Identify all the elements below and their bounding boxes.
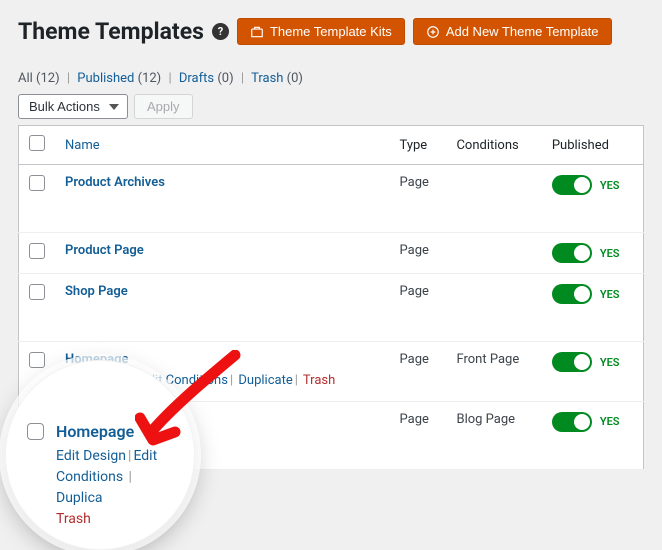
row-checkbox[interactable] [29, 175, 45, 191]
publish-label: YES [600, 179, 620, 192]
table-row: Product Page Page YES [19, 233, 644, 274]
row-checkbox[interactable] [29, 243, 45, 259]
status-filter-bar: All (12) | Published (12) | Drafts (0) |… [18, 71, 644, 86]
add-new-template-button[interactable]: Add New Theme Template [413, 18, 612, 45]
page-title: Theme Templates [18, 18, 204, 45]
kits-icon [250, 25, 264, 39]
col-header-published: Published [542, 126, 644, 165]
publish-toggle[interactable] [552, 284, 592, 304]
col-header-name[interactable]: Name [55, 126, 390, 165]
bulk-actions-select[interactable]: Bulk Actions [18, 94, 128, 119]
filter-published[interactable]: Published (12) [77, 71, 161, 86]
template-title-link[interactable]: Product Archives [65, 175, 165, 190]
publish-label: YES [600, 288, 620, 301]
col-header-type: Type [390, 126, 447, 165]
select-all-checkbox[interactable] [29, 135, 45, 151]
kits-button-label: Theme Template Kits [270, 24, 392, 39]
filter-trash[interactable]: Trash (0) [251, 71, 303, 86]
table-row: Shop Page Page YES [19, 274, 644, 342]
row-checkbox[interactable] [29, 352, 45, 368]
publish-toggle[interactable] [552, 352, 592, 372]
bulk-apply-button[interactable]: Apply [134, 94, 193, 119]
publish-label: YES [600, 247, 620, 260]
publish-toggle[interactable] [552, 243, 592, 263]
publish-toggle[interactable] [552, 175, 592, 195]
template-title-link[interactable]: Homepage [56, 420, 173, 444]
publish-label: YES [600, 356, 620, 369]
publish-label: YES [600, 415, 620, 428]
filter-all[interactable]: All (12) [18, 71, 60, 86]
action-edit-design[interactable]: Edit Design [56, 448, 126, 464]
row-checkbox[interactable] [27, 423, 44, 440]
action-trash[interactable]: Trash [56, 511, 91, 527]
magnifier-callout: Homepage Edit Design|Edit Conditions | D… [5, 360, 195, 550]
template-title-link[interactable]: Product Page [65, 243, 144, 258]
bulk-actions-row: Bulk Actions Apply [18, 94, 644, 119]
action-duplicate[interactable]: Duplicate [238, 373, 292, 388]
page-header: Theme Templates ? Theme Template Kits Ad… [18, 18, 644, 45]
filter-drafts[interactable]: Drafts (0) [179, 71, 234, 86]
theme-template-kits-button[interactable]: Theme Template Kits [237, 18, 405, 45]
col-header-conditions: Conditions [446, 126, 541, 165]
template-title-link[interactable]: Shop Page [65, 284, 128, 299]
action-edit-conditions[interactable]: Conditions [56, 469, 123, 485]
table-row: Product Archives Page YES [19, 165, 644, 233]
action-trash[interactable]: Trash [303, 373, 335, 388]
publish-toggle[interactable] [552, 412, 592, 432]
row-checkbox[interactable] [29, 284, 45, 300]
action-duplicate[interactable]: Duplica [56, 490, 103, 506]
plus-circle-icon [426, 25, 440, 39]
help-icon[interactable]: ? [212, 23, 229, 40]
add-button-label: Add New Theme Template [446, 24, 599, 39]
